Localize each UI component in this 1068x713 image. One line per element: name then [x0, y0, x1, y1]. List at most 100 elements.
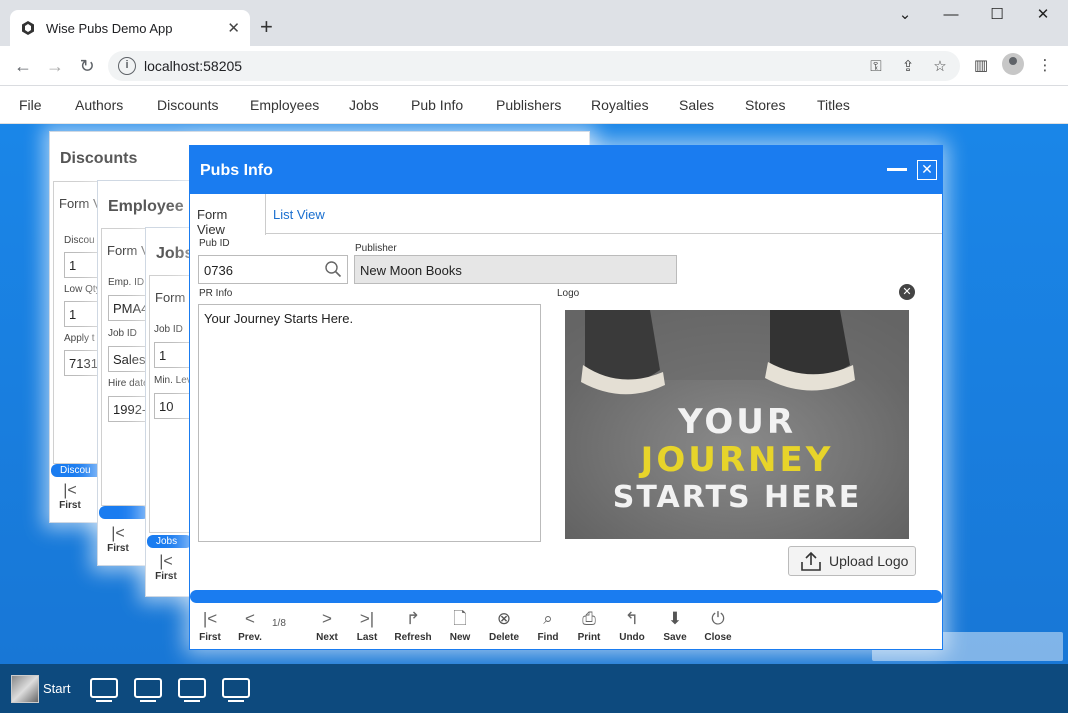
- menu-publishers[interactable]: Publishers: [496, 97, 561, 113]
- upload-logo-button[interactable]: Upload Logo: [788, 546, 916, 576]
- undo-icon: ↰: [624, 609, 640, 628]
- field-label: Min. Lev: [154, 375, 192, 386]
- menu-stores[interactable]: Stores: [745, 97, 785, 113]
- new-label: New: [449, 632, 471, 643]
- logo-text-line-2: JOURNEY: [640, 440, 834, 480]
- publisher-label: Publisher: [355, 243, 397, 254]
- status-bar: [99, 506, 149, 519]
- taskbar-window-icon[interactable]: [90, 678, 118, 702]
- menu-sales[interactable]: Sales: [679, 97, 714, 113]
- refresh-icon: ↱: [405, 609, 421, 628]
- tab-list-view[interactable]: List View: [266, 194, 332, 234]
- field-label: Discou: [64, 235, 95, 246]
- first-icon: |<: [159, 553, 173, 570]
- app-favicon-icon: [22, 21, 34, 35]
- tab-close-icon[interactable]: ✕: [227, 19, 240, 37]
- url-text: localhost:58205: [144, 58, 243, 74]
- first-icon: |<: [111, 525, 125, 542]
- start-button[interactable]: Start: [43, 681, 70, 696]
- forward-button[interactable]: →: [42, 54, 68, 78]
- start-thumbnail-icon[interactable]: [11, 675, 39, 703]
- taskbar-window-icon[interactable]: [134, 678, 162, 702]
- reload-button[interactable]: ↻: [74, 54, 100, 78]
- undo-button[interactable]: ↰ Undo: [610, 608, 654, 643]
- maximize-button[interactable]: ☐: [974, 4, 1020, 30]
- new-icon: 🗋: [453, 609, 467, 628]
- logo-image: YOUR JOURNEY STARTS HERE: [565, 310, 909, 539]
- clear-logo-icon[interactable]: ✕: [899, 284, 915, 300]
- address-bar[interactable]: i localhost:58205 ⚿ ⇪ ☆: [108, 51, 960, 81]
- first-button[interactable]: |< First: [188, 608, 232, 643]
- last-icon: >|: [359, 609, 375, 628]
- undo-label: Undo: [619, 632, 645, 643]
- next-button[interactable]: > Next: [305, 608, 349, 643]
- menu-jobs[interactable]: Jobs: [349, 97, 379, 113]
- minimize-icon[interactable]: [887, 168, 907, 171]
- new-tab-button[interactable]: +: [260, 16, 273, 38]
- prev-button[interactable]: < Prev.: [228, 608, 272, 643]
- back-button[interactable]: ←: [10, 54, 36, 78]
- menu-titles[interactable]: Titles: [817, 97, 850, 113]
- kebab-menu-icon[interactable]: ⋮: [1034, 55, 1056, 77]
- pubs-info-dialog[interactable]: Pubs Info ✕ Form View List View Pub ID 0…: [189, 145, 943, 650]
- find-button[interactable]: ⌕ Find: [526, 608, 570, 643]
- menu-file[interactable]: File: [19, 97, 42, 113]
- close-button[interactable]: ⏻ Close: [696, 608, 740, 643]
- delete-button[interactable]: ⊗ Delete: [482, 608, 526, 643]
- field-label: Hire date: [108, 378, 149, 389]
- menu-authors[interactable]: Authors: [75, 97, 123, 113]
- profile-avatar[interactable]: [1002, 53, 1024, 75]
- close-label: Close: [704, 632, 732, 643]
- minimize-button[interactable]: —: [928, 4, 974, 30]
- search-icon[interactable]: [324, 260, 342, 278]
- logo-text-line-3: STARTS HERE: [612, 480, 862, 515]
- save-button[interactable]: ⬇ Save: [653, 608, 697, 643]
- menu-royalties[interactable]: Royalties: [591, 97, 649, 113]
- browser-toolbar: ← → ↻ i localhost:58205 ⚿ ⇪ ☆ ▥ ⋮: [0, 46, 1068, 86]
- close-icon[interactable]: ✕: [917, 160, 937, 180]
- bookmark-star-icon[interactable]: ☆: [930, 57, 950, 77]
- dialog-tabs: Form View List View: [190, 194, 942, 237]
- menu-discounts[interactable]: Discounts: [157, 97, 218, 113]
- first-button[interactable]: |< First: [103, 525, 133, 554]
- pr-info-textarea[interactable]: Your Journey Starts Here.: [198, 304, 541, 542]
- save-label: Save: [663, 632, 687, 643]
- share-icon[interactable]: ⇪: [898, 57, 918, 77]
- dialog-header[interactable]: Pubs Info ✕: [190, 146, 942, 194]
- key-icon[interactable]: ⚿: [866, 57, 886, 77]
- chevron-down-icon[interactable]: ⌄: [882, 4, 928, 30]
- next-icon: >: [322, 609, 332, 628]
- field-label: Job ID: [108, 328, 137, 339]
- first-button[interactable]: |< First: [55, 482, 85, 511]
- menu-employees[interactable]: Employees: [250, 97, 319, 113]
- refresh-button[interactable]: ↱ Refresh: [391, 608, 435, 643]
- field-label: Low Qty: [64, 284, 101, 295]
- last-button[interactable]: >| Last: [345, 608, 389, 643]
- print-icon: ⎙: [582, 609, 596, 628]
- publisher-field: New Moon Books: [354, 255, 677, 284]
- power-icon: ⏻: [711, 609, 725, 628]
- first-label: First: [155, 571, 177, 582]
- prev-label: Prev.: [238, 632, 262, 643]
- window-title: Jobs: [156, 245, 194, 262]
- menu-pub-info[interactable]: Pub Info: [411, 97, 463, 113]
- tab-form-view[interactable]: Form V: [107, 243, 150, 258]
- next-label: Next: [316, 632, 338, 643]
- save-icon: ⬇: [667, 609, 683, 628]
- taskbar-window-icon[interactable]: [178, 678, 206, 702]
- tab-title: Wise Pubs Demo App: [46, 20, 173, 36]
- first-button[interactable]: |< First: [151, 553, 181, 582]
- close-window-button[interactable]: ✕: [1020, 4, 1066, 30]
- site-info-icon[interactable]: i: [118, 57, 136, 75]
- side-panel-icon[interactable]: ▥: [970, 55, 992, 77]
- last-label: Last: [356, 632, 378, 643]
- jobs-window[interactable]: Jobs Form V Job ID 1 Min. Lev 10 Jobs |<…: [145, 227, 199, 597]
- status-bar: Jobs: [147, 535, 192, 548]
- new-button[interactable]: 🗋 New: [438, 608, 482, 643]
- tab-form-view[interactable]: Form V: [59, 196, 102, 211]
- print-button[interactable]: ⎙ Print: [567, 608, 611, 643]
- taskbar-window-icon[interactable]: [222, 678, 250, 702]
- tab-form-view[interactable]: Form View: [190, 194, 266, 237]
- taskbar: Start: [0, 664, 1068, 713]
- browser-tab[interactable]: Wise Pubs Demo App ✕: [10, 10, 250, 46]
